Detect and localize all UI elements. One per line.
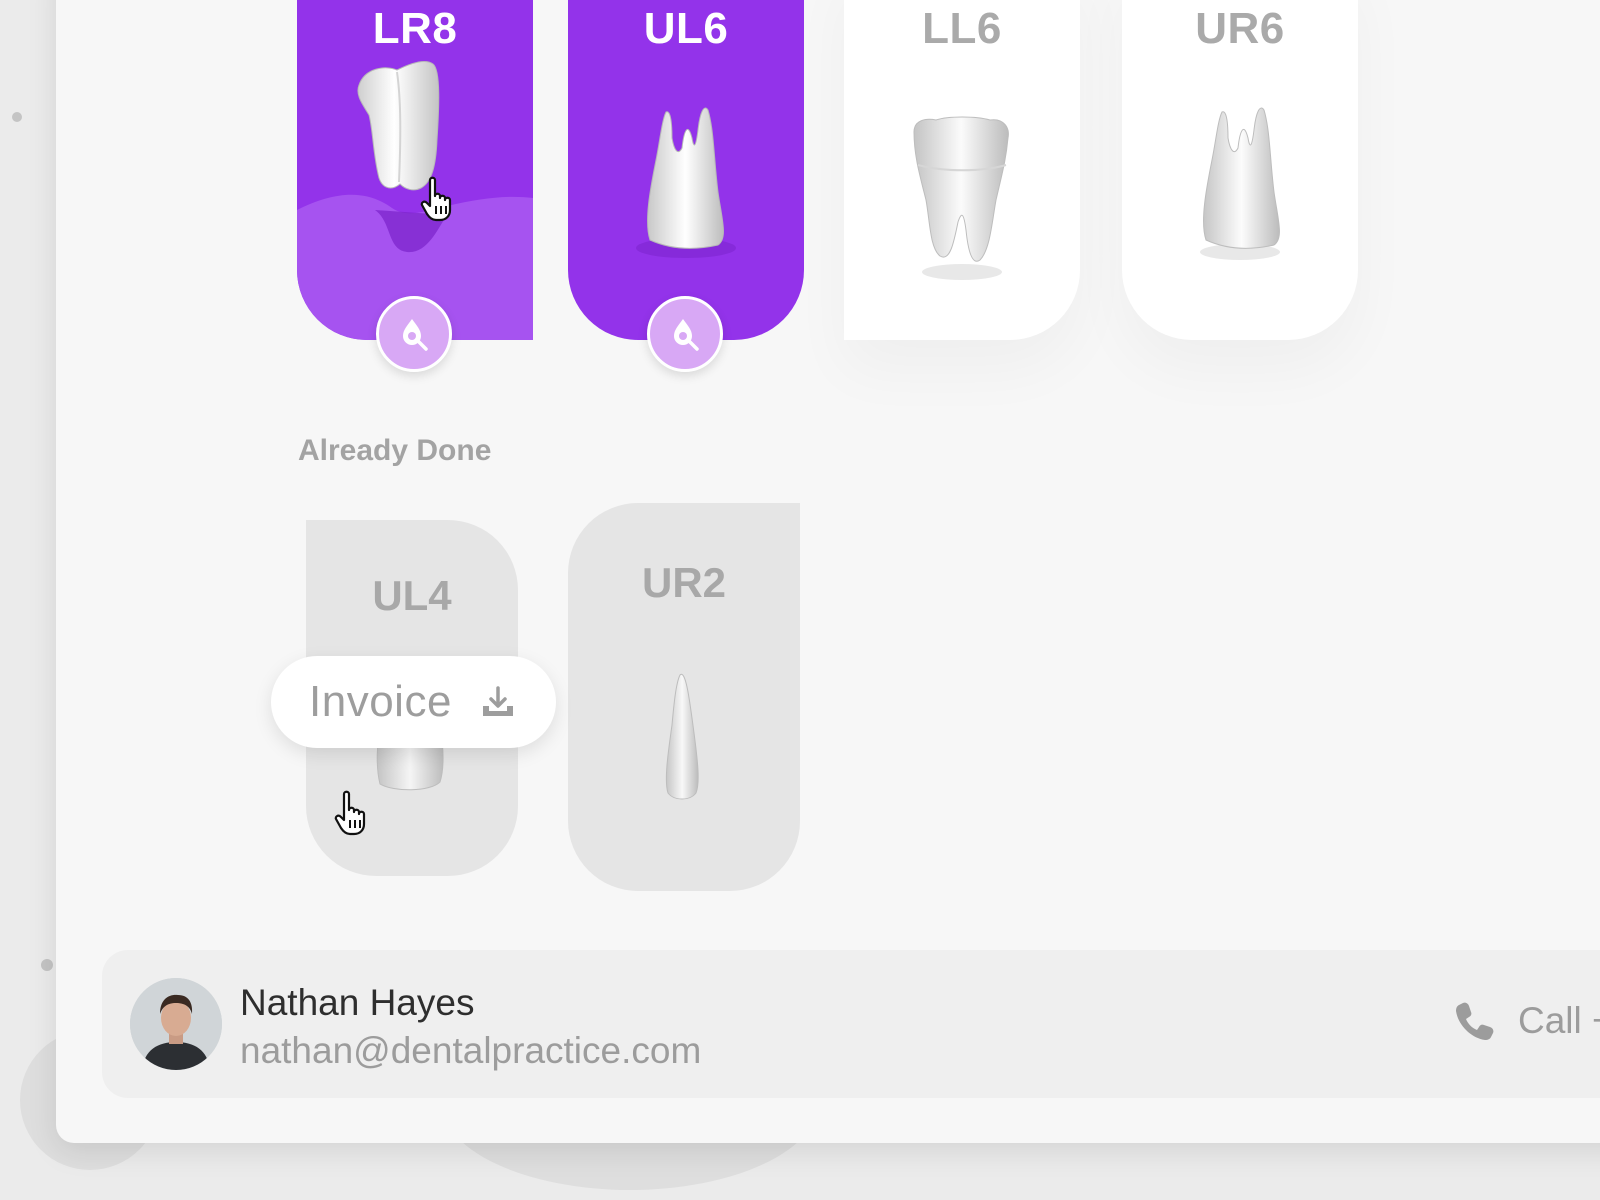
tooth-card-ur6[interactable]: UR6 [1122, 0, 1358, 340]
tooth-label: UL6 [643, 4, 729, 53]
invoice-download-button[interactable]: Invoice [271, 656, 556, 748]
incisor-tooth-icon [665, 673, 699, 800]
tooth-label: LL6 [922, 4, 1002, 53]
phone-icon [1454, 1000, 1496, 1042]
avatar[interactable] [130, 978, 222, 1070]
avatar-photo-icon [130, 978, 222, 1070]
tooth-card-lr8[interactable]: LR8 [297, 0, 533, 340]
patient-contact-bar: Nathan Hayes nathan@dentalpractice.com C… [102, 950, 1600, 1098]
tooth-search-icon [403, 319, 428, 351]
download-icon [480, 684, 516, 720]
invoice-label: Invoice [309, 677, 452, 726]
background-dot [12, 112, 22, 122]
call-button[interactable]: Call +1 5 [1454, 1000, 1600, 1042]
patient-name: Nathan Hayes [240, 982, 475, 1023]
tooth-card-ul6[interactable]: UL6 [568, 0, 804, 340]
background-dot [41, 959, 53, 971]
done-card-ur2[interactable]: UR2 [568, 503, 800, 891]
treatment-panel: LR8 UL6 LL6 UR6 Already Done UL4 UR2 Inv… [56, 0, 1600, 1143]
section-title-already-done: Already Done [298, 434, 492, 467]
tooth-search-icon [674, 319, 699, 351]
call-label: Call +1 5 [1518, 1000, 1600, 1041]
treatment-action-button[interactable] [376, 296, 452, 372]
patient-email[interactable]: nathan@dentalpractice.com [240, 1030, 701, 1072]
tooth-card-ll6[interactable]: LL6 [844, 0, 1080, 340]
hand-cursor-icon [420, 176, 452, 222]
tooth-label: UR6 [1195, 4, 1285, 53]
treatment-action-button[interactable] [647, 296, 723, 372]
tooth-label: LR8 [372, 4, 458, 53]
hand-cursor-icon [334, 790, 366, 836]
